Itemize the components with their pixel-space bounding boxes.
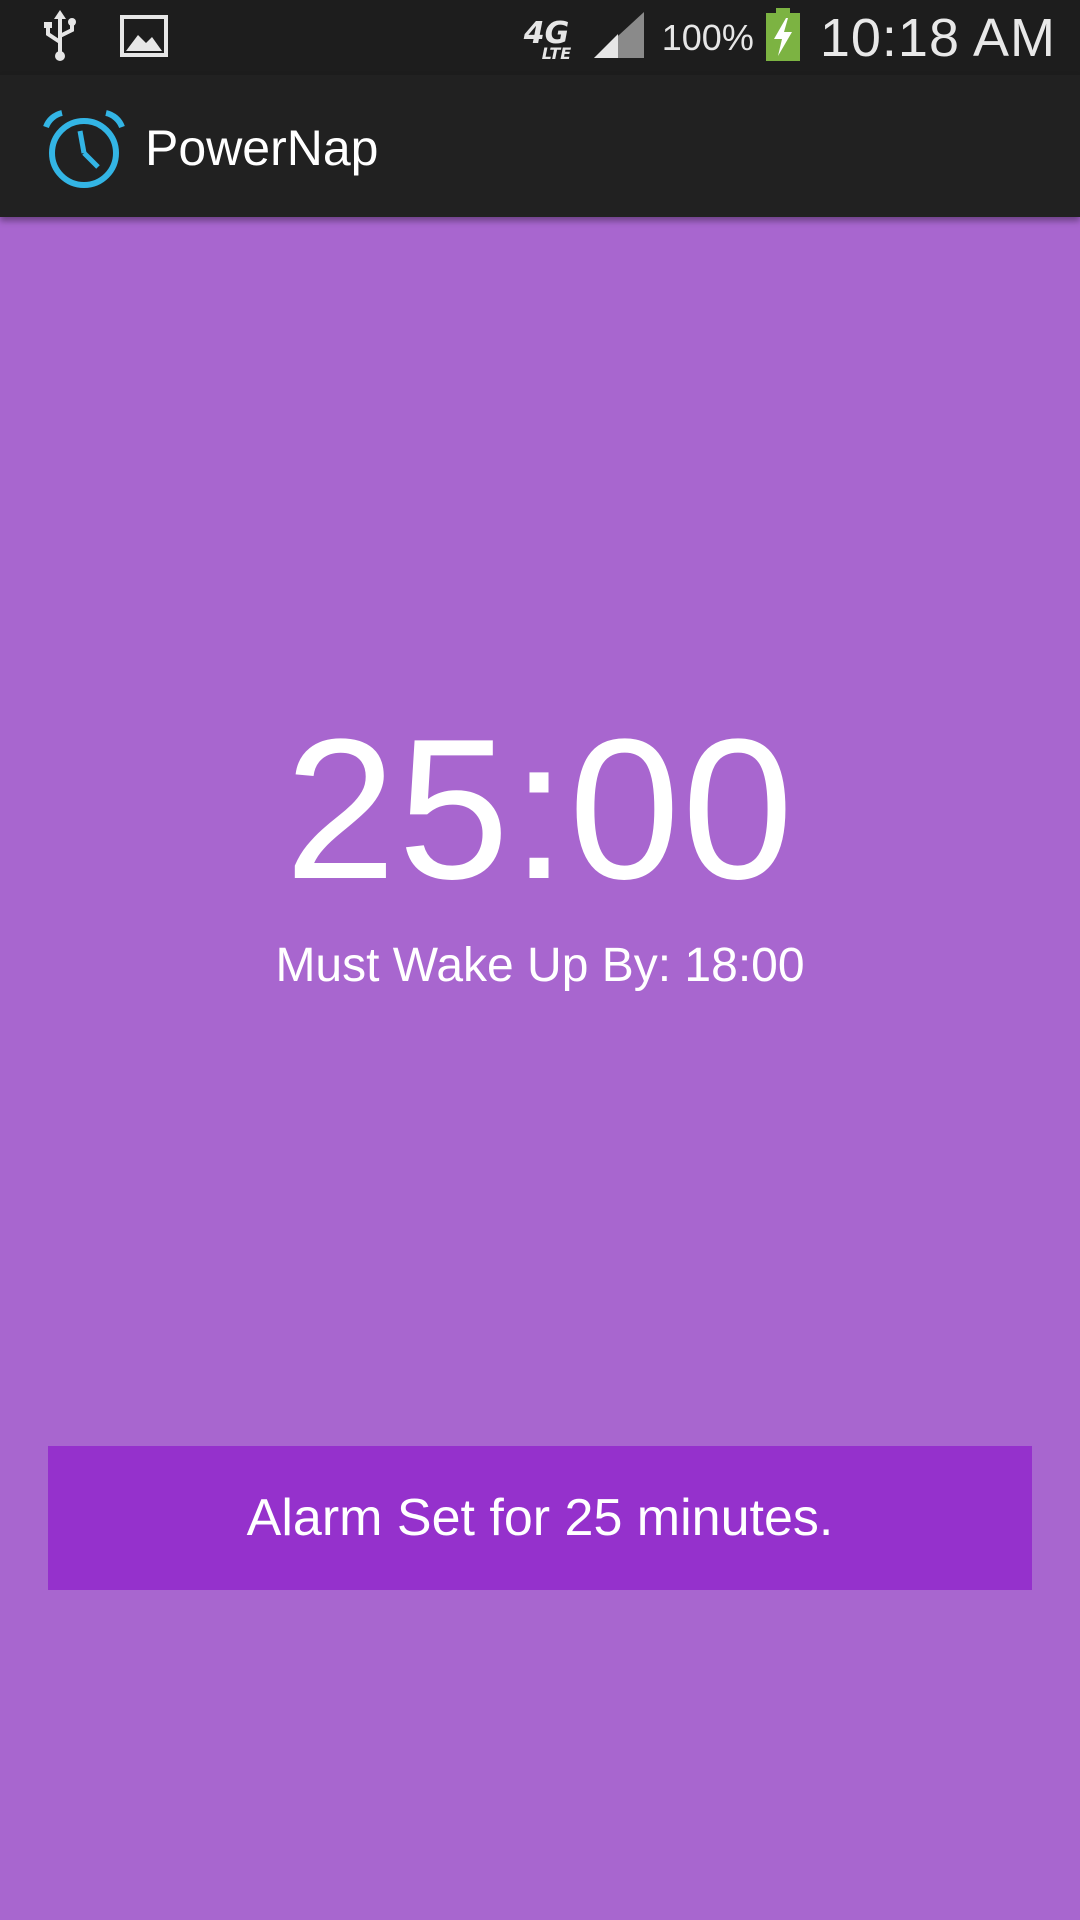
battery-charging-icon <box>764 8 802 67</box>
battery-percent: 100% <box>661 16 754 58</box>
usb-icon <box>40 9 80 67</box>
status-right-icons: 4G LTE 100% 10:18 AM <box>520 0 1056 75</box>
action-bar: PowerNap <box>0 75 1080 217</box>
network-type-sub: LTE <box>541 43 572 63</box>
status-clock: 10:18 AM <box>819 7 1056 68</box>
wake-up-time-label: Must Wake Up By: 18:00 <box>275 939 805 992</box>
countdown-timer: 25:00 <box>284 698 796 921</box>
app-title: PowerNap <box>145 120 379 176</box>
alarm-set-button[interactable]: Alarm Set for 25 minutes. <box>48 1446 1032 1590</box>
alarm-clock-icon[interactable] <box>40 109 128 189</box>
status-bar: 4G LTE 100% 10:18 AM <box>0 0 1080 75</box>
network-type-indicator: 4G LTE <box>520 12 582 64</box>
signal-icon <box>592 10 646 65</box>
status-left-icons <box>40 9 168 67</box>
image-icon <box>120 14 168 62</box>
